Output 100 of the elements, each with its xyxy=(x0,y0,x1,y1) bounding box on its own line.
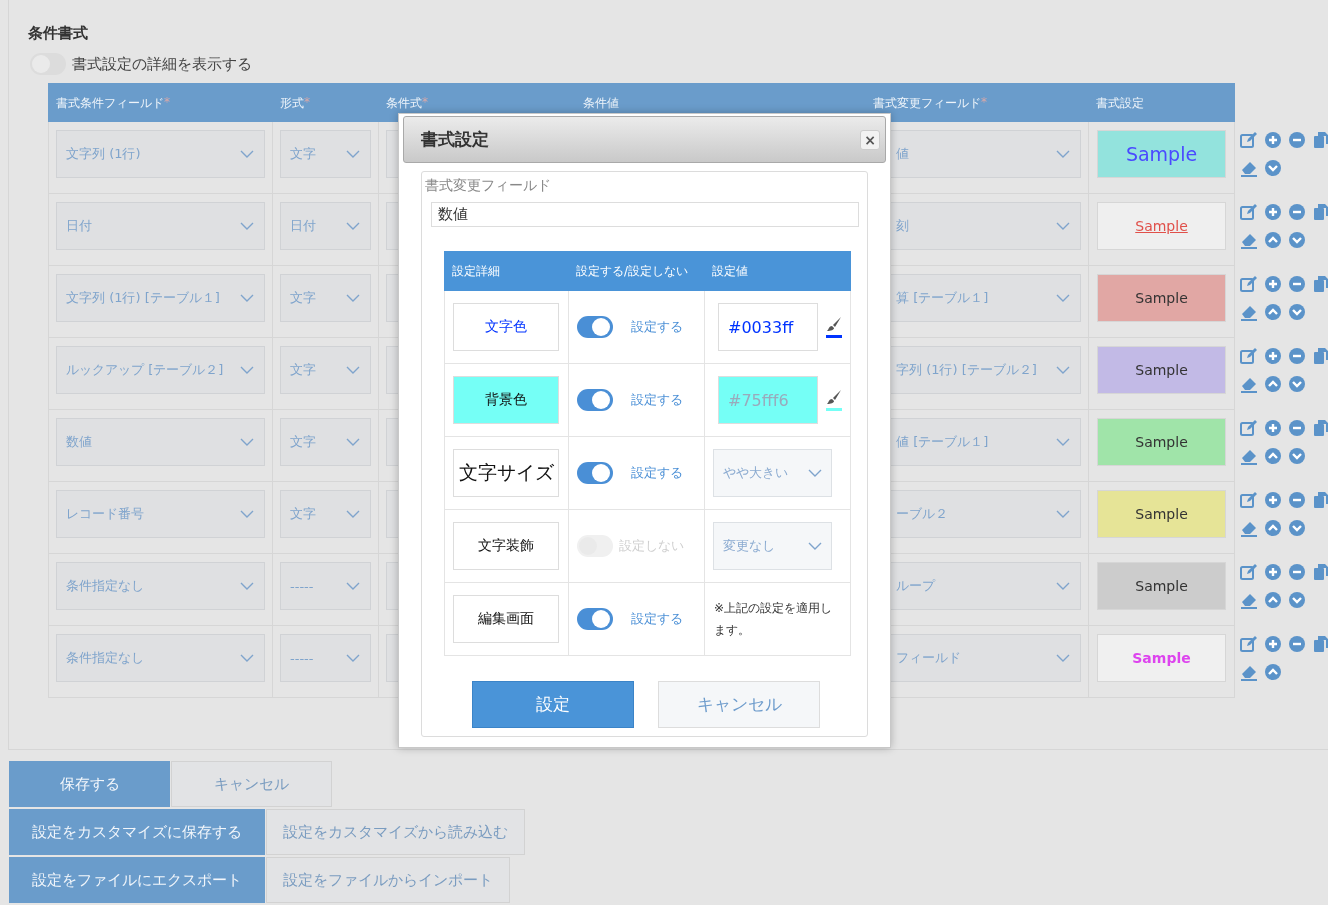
move-up-icon[interactable] xyxy=(1263,374,1283,394)
copy-icon[interactable] xyxy=(1311,418,1328,438)
column-header: 設定値 xyxy=(704,251,851,291)
chevron-down-icon xyxy=(808,469,822,477)
edit-icon[interactable] xyxy=(1239,130,1259,150)
chevron-down-icon xyxy=(240,510,254,518)
secondary-button[interactable]: 設定をファイルからインポート xyxy=(266,857,510,903)
add-icon[interactable] xyxy=(1263,274,1283,294)
add-icon[interactable] xyxy=(1263,418,1283,438)
toggle-status: 設定する xyxy=(631,610,683,628)
move-down-icon[interactable] xyxy=(1287,374,1307,394)
add-icon[interactable] xyxy=(1263,130,1283,150)
add-icon[interactable] xyxy=(1263,490,1283,510)
add-icon[interactable] xyxy=(1263,562,1283,582)
move-down-icon[interactable] xyxy=(1263,158,1283,178)
edit-icon[interactable] xyxy=(1239,418,1259,438)
copy-icon[interactable] xyxy=(1311,490,1328,510)
primary-button[interactable]: 保存する xyxy=(9,761,170,807)
input-field[interactable]: 数値 xyxy=(431,202,859,227)
setting-label: 文字サイズ xyxy=(453,449,559,497)
edit-icon[interactable] xyxy=(1239,202,1259,222)
move-up-icon[interactable] xyxy=(1263,446,1283,466)
copy-icon[interactable] xyxy=(1311,346,1328,366)
edit-icon[interactable] xyxy=(1239,562,1259,582)
remove-icon[interactable] xyxy=(1287,130,1307,150)
secondary-button[interactable]: キャンセル xyxy=(171,761,332,807)
secondary-button[interactable]: 設定をカスタマイズから読み込む xyxy=(266,809,525,855)
format-sample: Sample xyxy=(1097,274,1226,322)
add-icon[interactable] xyxy=(1263,202,1283,222)
copy-icon[interactable] xyxy=(1311,202,1328,222)
edit-icon[interactable] xyxy=(1239,490,1259,510)
column-header: 書式変更フィールド* xyxy=(865,83,1088,122)
edit-icon[interactable] xyxy=(1239,346,1259,366)
field-dropdown[interactable]: 条件指定なし xyxy=(56,562,265,610)
color-value-field[interactable]: #0033ff xyxy=(718,303,818,351)
move-up-icon[interactable] xyxy=(1263,518,1283,538)
remove-icon[interactable] xyxy=(1287,490,1307,510)
copy-icon[interactable] xyxy=(1311,562,1328,582)
remove-icon[interactable] xyxy=(1287,274,1307,294)
field-dropdown[interactable]: 日付 xyxy=(56,202,265,250)
move-up-icon[interactable] xyxy=(1263,230,1283,250)
toggle-switch[interactable] xyxy=(577,316,613,338)
primary-button[interactable]: 設定をカスタマイズに保存する xyxy=(9,809,265,855)
add-icon[interactable] xyxy=(1263,634,1283,654)
toggle-switch[interactable] xyxy=(577,462,613,484)
move-down-icon[interactable] xyxy=(1287,230,1307,250)
edit-icon[interactable] xyxy=(1239,634,1259,654)
format-dropdown[interactable]: 文字 xyxy=(280,130,371,178)
move-down-icon[interactable] xyxy=(1287,590,1307,610)
format-dropdown[interactable]: 日付 xyxy=(280,202,371,250)
move-up-icon[interactable] xyxy=(1263,590,1283,610)
dialog-title: 書式設定 xyxy=(421,128,489,151)
format-sample: Sample xyxy=(1097,634,1226,682)
chevron-down-icon xyxy=(1056,366,1070,374)
remove-icon[interactable] xyxy=(1287,202,1307,222)
setting-label: 背景色 xyxy=(453,376,559,424)
primary-button[interactable]: 設定をファイルにエクスポート xyxy=(9,857,265,903)
field-dropdown[interactable]: 文字列 (1行) [テーブル１] xyxy=(56,274,265,322)
chevron-down-icon xyxy=(808,542,822,550)
format-dropdown[interactable]: 文字 xyxy=(280,490,371,538)
chevron-down-icon xyxy=(1056,222,1070,230)
column-header: 設定詳細 xyxy=(444,251,568,291)
toggle-switch[interactable] xyxy=(577,608,613,630)
move-up-icon[interactable] xyxy=(1263,662,1283,682)
format-dropdown[interactable]: 文字 xyxy=(280,346,371,394)
field-dropdown[interactable]: ルックアップ [テーブル２] xyxy=(56,346,265,394)
field-dropdown[interactable]: レコード番号 xyxy=(56,490,265,538)
field-dropdown[interactable]: 文字列 (1行) xyxy=(56,130,265,178)
chevron-down-icon xyxy=(1056,294,1070,302)
chevron-down-icon xyxy=(240,150,254,158)
move-up-icon[interactable] xyxy=(1263,302,1283,322)
remove-icon[interactable] xyxy=(1287,346,1307,366)
format-dropdown[interactable]: ----- xyxy=(280,634,371,682)
move-down-icon[interactable] xyxy=(1287,518,1307,538)
copy-icon[interactable] xyxy=(1311,274,1328,294)
copy-icon[interactable] xyxy=(1311,634,1328,654)
format-dropdown[interactable]: ----- xyxy=(280,562,371,610)
remove-icon[interactable] xyxy=(1287,562,1307,582)
move-down-icon[interactable] xyxy=(1287,302,1307,322)
cancel-button[interactable]: キャンセル xyxy=(658,681,820,728)
chevron-down-icon xyxy=(240,294,254,302)
field-dropdown[interactable]: 数値 xyxy=(56,418,265,466)
move-down-icon[interactable] xyxy=(1287,446,1307,466)
field-dropdown[interactable]: 条件指定なし xyxy=(56,634,265,682)
remove-icon[interactable] xyxy=(1287,418,1307,438)
remove-icon[interactable] xyxy=(1287,634,1307,654)
add-icon[interactable] xyxy=(1263,346,1283,366)
chevron-down-icon xyxy=(346,654,360,662)
format-dropdown[interactable]: 文字 xyxy=(280,418,371,466)
apply-button[interactable]: 設定 xyxy=(472,681,634,728)
toggle-switch[interactable] xyxy=(577,389,613,411)
format-sample: Sample xyxy=(1097,130,1226,178)
format-sample: Sample xyxy=(1097,490,1226,538)
format-dropdown[interactable]: 文字 xyxy=(280,274,371,322)
color-value-field[interactable]: #75fff6 xyxy=(718,376,818,424)
value-dropdown[interactable]: 変更なし xyxy=(713,522,832,570)
value-dropdown[interactable]: やや大きい xyxy=(713,449,832,497)
close-button[interactable]: × xyxy=(860,129,880,150)
copy-icon[interactable] xyxy=(1311,130,1328,150)
edit-icon[interactable] xyxy=(1239,274,1259,294)
